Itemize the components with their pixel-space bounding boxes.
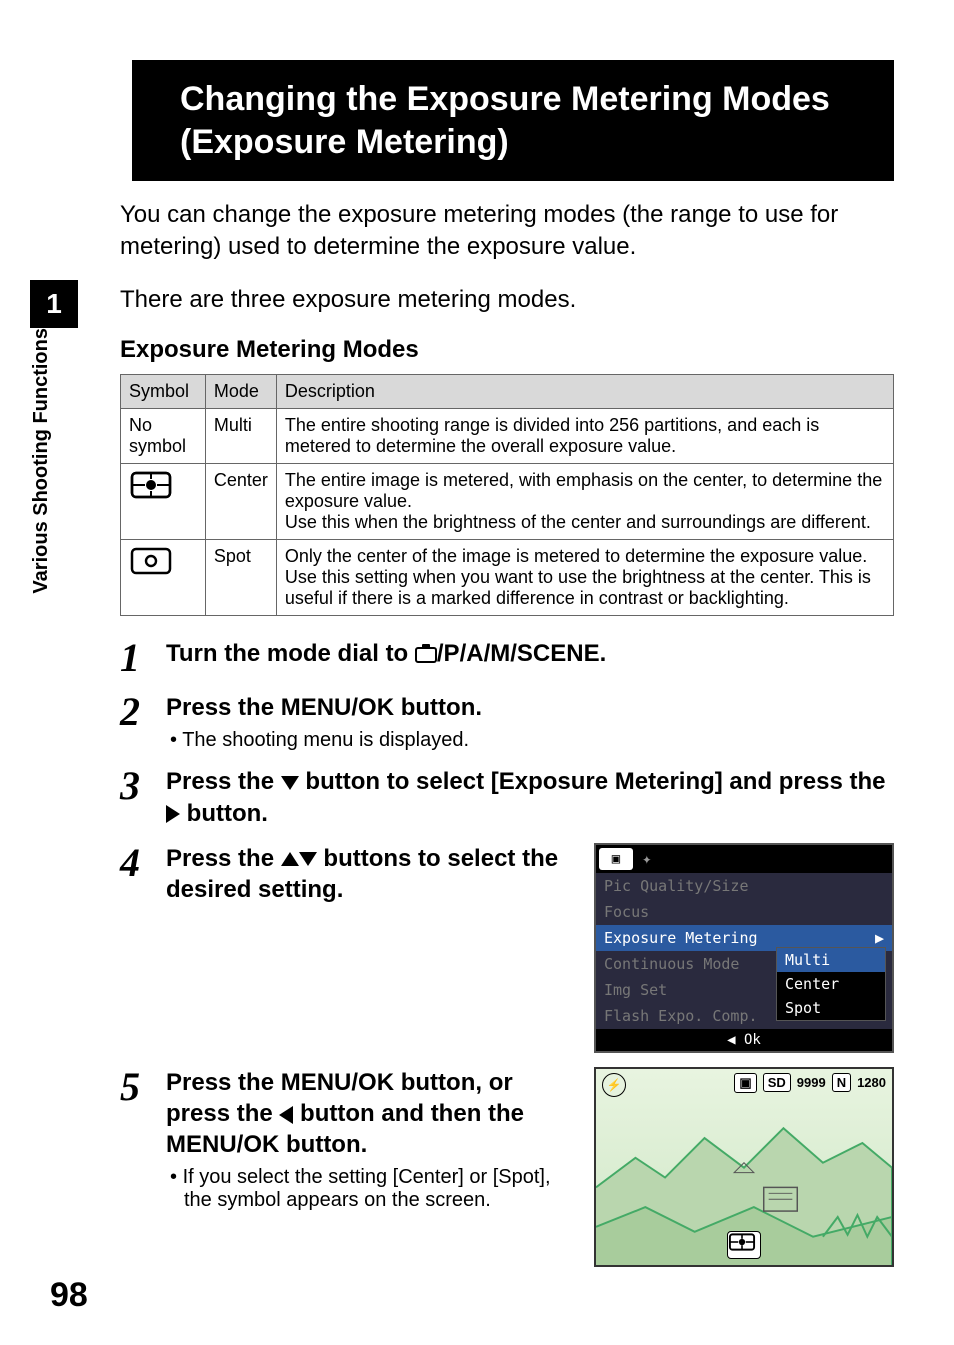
section-label: Various Shooting Functions bbox=[30, 328, 78, 606]
left-triangle-icon bbox=[279, 1106, 293, 1124]
text: Turn the mode dial to bbox=[166, 640, 415, 667]
step-number: 5 bbox=[120, 1067, 166, 1107]
cell-description: Only the center of the image is metered … bbox=[276, 540, 893, 616]
cell-description: The entire image is metered, with emphas… bbox=[276, 464, 893, 540]
right-triangle-icon bbox=[166, 805, 180, 823]
camera-tab-icon: ▣ bbox=[599, 848, 633, 870]
setup-tab-icon: ✦ bbox=[642, 849, 652, 868]
cell-symbol bbox=[121, 464, 206, 540]
page-number: 98 bbox=[50, 1276, 88, 1315]
step-title: Press the buttons to select the desired … bbox=[166, 843, 576, 905]
step-1: 1 Turn the mode dial to /P/A/M/SCENE. bbox=[120, 638, 894, 678]
metering-mode-indicator-icon bbox=[727, 1231, 761, 1259]
menu-item: Pic Quality/Size bbox=[596, 873, 892, 899]
step-5: 5 Press the MENU/OK button, or press the… bbox=[120, 1067, 894, 1267]
text: /P/A/M/SCENE. bbox=[437, 640, 606, 667]
table-row: Spot Only the center of the image is met… bbox=[121, 540, 894, 616]
step-3: 3 Press the button to select [Exposure M… bbox=[120, 766, 894, 828]
text: Press the bbox=[166, 768, 281, 795]
options-popup: Multi Center Spot bbox=[776, 947, 886, 1021]
footer-label: Ok bbox=[744, 1032, 761, 1048]
step-sub: The shooting menu is displayed. bbox=[166, 729, 894, 752]
step-number: 3 bbox=[120, 766, 166, 806]
step-title: Press the button to select [Exposure Met… bbox=[166, 766, 894, 828]
option-selected: Multi bbox=[777, 948, 885, 972]
page-title: Changing the Exposure Metering Modes (Ex… bbox=[120, 60, 894, 181]
table-row: No symbol Multi The entire shooting rang… bbox=[121, 409, 894, 464]
right-caret-icon: ▶ bbox=[875, 929, 884, 947]
intro-paragraph-1: You can change the exposure metering mod… bbox=[120, 199, 894, 264]
text: button. bbox=[180, 800, 268, 827]
menu-tabs: ▣ ✦ bbox=[596, 845, 892, 873]
option: Spot bbox=[777, 996, 885, 1020]
cell-mode: Center bbox=[205, 464, 276, 540]
text: Press the bbox=[166, 845, 281, 872]
menu-item: Focus bbox=[596, 899, 892, 925]
step-title: Press the MENU/OK button. bbox=[166, 692, 894, 723]
step-number: 1 bbox=[120, 638, 166, 678]
up-triangle-icon bbox=[281, 852, 299, 866]
sub-heading: Exposure Metering Modes bbox=[120, 336, 894, 364]
th-description: Description bbox=[276, 375, 893, 409]
menu-footer: ◀ Ok bbox=[596, 1029, 892, 1051]
step-title: Press the MENU/OK button, or press the b… bbox=[166, 1067, 576, 1161]
cell-mode: Multi bbox=[205, 409, 276, 464]
step-number: 4 bbox=[120, 843, 166, 883]
section-number: 1 bbox=[30, 280, 78, 328]
step-2: 2 Press the MENU/OK button. The shooting… bbox=[120, 692, 894, 752]
step-4: 4 Press the buttons to select the desire… bbox=[120, 843, 894, 1053]
option: Center bbox=[777, 972, 885, 996]
center-metering-icon bbox=[129, 470, 173, 500]
intro-paragraph-2: There are three exposure metering modes. bbox=[120, 284, 894, 316]
cell-description: The entire shooting range is divided int… bbox=[276, 409, 893, 464]
step-sub: If you select the setting [Center] or [S… bbox=[166, 1166, 576, 1212]
menu-screenshot: ▣ ✦ Pic Quality/Size Focus Exposure Mete… bbox=[594, 843, 894, 1053]
step-number: 2 bbox=[120, 692, 166, 732]
preview-screenshot: ⚡ ▣ SD 9999 N 1280 bbox=[594, 1067, 894, 1267]
table-row: Center The entire image is metered, with… bbox=[121, 464, 894, 540]
step-title: Turn the mode dial to /P/A/M/SCENE. bbox=[166, 638, 894, 669]
cell-mode: Spot bbox=[205, 540, 276, 616]
side-tab: 1 Various Shooting Functions bbox=[30, 280, 78, 700]
down-triangle-icon bbox=[281, 776, 299, 790]
metering-modes-table: Symbol Mode Description No symbol Multi … bbox=[120, 374, 894, 616]
th-symbol: Symbol bbox=[121, 375, 206, 409]
spot-metering-icon bbox=[129, 546, 173, 576]
left-caret-icon: ◀ bbox=[727, 1032, 744, 1048]
cell-symbol: No symbol bbox=[121, 409, 206, 464]
camera-icon bbox=[415, 647, 437, 663]
menu-item-label: Exposure Metering bbox=[604, 929, 758, 947]
down-triangle-icon bbox=[299, 852, 317, 866]
text: button to select [Exposure Metering] and… bbox=[299, 768, 886, 795]
cell-symbol bbox=[121, 540, 206, 616]
th-mode: Mode bbox=[205, 375, 276, 409]
